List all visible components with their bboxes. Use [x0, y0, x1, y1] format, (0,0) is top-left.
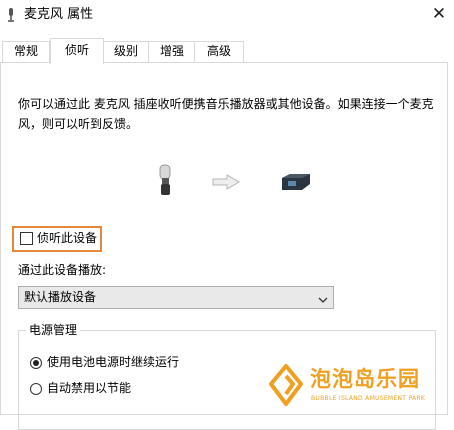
watermark-text: 泡泡岛乐园	[310, 367, 420, 391]
power-management-title: 电源管理	[26, 322, 81, 338]
tab-listen[interactable]: 侦听	[50, 38, 104, 64]
watermark-subtext: BUBBLE ISLAND AMUSEMENT PARK	[311, 395, 426, 402]
radio-selected-dot	[33, 360, 39, 366]
listen-description: 你可以通过此 麦克风 插座收听便携音乐播放器或其他设备。如果连接一个麦克风，则可…	[18, 97, 434, 131]
chevron-down-icon[interactable]	[318, 293, 328, 303]
speaker-device-icon	[280, 172, 312, 192]
radio-auto-disable-label[interactable]: 自动禁用以节能	[47, 380, 131, 397]
listen-checkbox[interactable]	[20, 232, 33, 245]
listen-checkbox-label[interactable]: 侦听此设备	[37, 230, 97, 247]
playback-device-label: 通过此设备播放:	[18, 263, 107, 277]
radio-auto-disable[interactable]	[30, 383, 42, 395]
close-button[interactable]: ✕	[424, 0, 454, 30]
tab-general[interactable]: 常规	[2, 41, 50, 63]
arrow-right-icon	[212, 174, 240, 190]
playback-device-selected-value[interactable]: 默认播放设备	[24, 289, 96, 306]
tab-advanced[interactable]: 高级	[194, 41, 244, 63]
tab-strip: 常规 侦听 级别 增强 高级	[0, 38, 454, 64]
watermark-logo-icon	[268, 364, 304, 406]
window-title: 麦克风 属性	[24, 7, 94, 22]
tab-levels[interactable]: 级别	[102, 41, 150, 63]
microphone-app-icon	[4, 7, 18, 23]
radio-continue-on-battery-label[interactable]: 使用电池电源时继续运行	[47, 354, 179, 371]
tab-enhancements[interactable]: 增强	[148, 41, 196, 63]
microphone-icon	[154, 164, 178, 196]
radio-continue-on-battery[interactable]	[30, 357, 42, 369]
